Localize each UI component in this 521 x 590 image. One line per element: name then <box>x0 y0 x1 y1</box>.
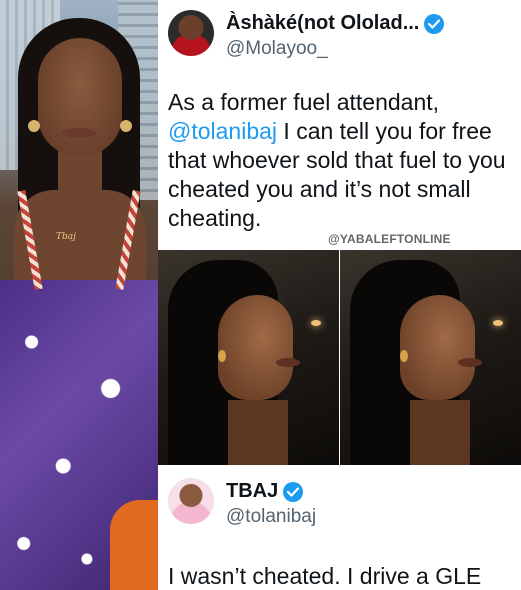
handle[interactable]: @Molayoo_ <box>226 38 328 60</box>
avatar[interactable] <box>168 10 214 56</box>
frame-earring <box>218 350 226 362</box>
video-frame[interactable] <box>340 250 521 465</box>
handle[interactable]: @tolanibaj <box>226 506 316 528</box>
photo-face <box>38 38 122 156</box>
video-frame[interactable] <box>158 250 339 465</box>
frame-face <box>218 295 293 400</box>
photo-neck <box>58 150 102 210</box>
frame-neck <box>228 400 288 465</box>
frame-neck <box>410 400 470 465</box>
reply-author-row: TBAJ @tolanibaj <box>168 476 518 528</box>
tweet-author-row: Àshàké(not Ololad... @Molayoo_ <box>168 8 518 60</box>
frame-light <box>311 320 321 326</box>
display-name[interactable]: Àshàké(not Ololad... <box>226 12 419 35</box>
tweet-text-part: As a former fuel attendant, <box>168 89 440 115</box>
verified-badge-icon <box>424 13 445 34</box>
tweet-card: Àshàké(not Ololad... @Molayoo_ As a form… <box>158 0 521 590</box>
watermark: @YABALEFTONLINE <box>328 232 451 246</box>
reply-text: I wasn’t cheated. I drive a GLE <box>168 563 482 589</box>
mention-link[interactable]: @tolanibaj <box>168 118 277 144</box>
earring <box>28 120 40 132</box>
frame-lips <box>458 358 482 367</box>
earring <box>120 120 132 132</box>
name-necklace: Tbaj <box>56 232 76 242</box>
left-photo: Tbaj <box>0 0 158 590</box>
photo-lips <box>62 128 96 138</box>
avatar[interactable] <box>168 478 214 524</box>
video-frames <box>158 250 521 465</box>
name-line: TBAJ <box>226 480 304 503</box>
frame-face <box>400 295 475 400</box>
frame-light <box>493 320 503 326</box>
name-line: Àshàké(not Ololad... <box>226 12 445 35</box>
tweet-text: As a former fuel attendant, @tolanibaj I… <box>168 88 513 233</box>
orange-fabric <box>110 500 158 590</box>
frame-earring <box>400 350 408 362</box>
frame-lips <box>276 358 300 367</box>
display-name[interactable]: TBAJ <box>226 480 278 503</box>
verified-badge-icon <box>283 481 304 502</box>
